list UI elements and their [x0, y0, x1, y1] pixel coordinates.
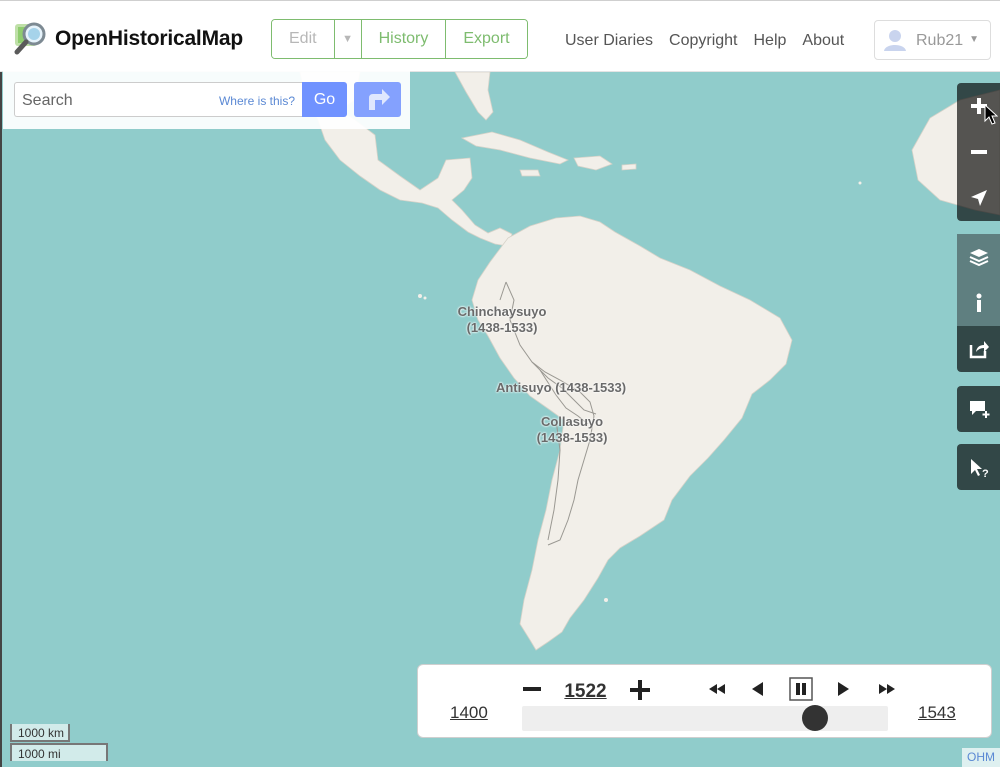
where-is-this-link[interactable]: Where is this?	[219, 94, 295, 108]
avatar-icon	[884, 30, 906, 51]
increase-year-button[interactable]	[629, 679, 651, 701]
layers-icon	[969, 249, 989, 267]
minus-icon	[971, 150, 987, 154]
scale-bar-mi: 1000 mi	[10, 743, 108, 761]
nav-about[interactable]: About	[802, 32, 844, 50]
nav-copyright[interactable]: Copyright	[669, 32, 737, 50]
chevron-down-icon: ▼	[342, 33, 354, 45]
current-year[interactable]: 1522	[553, 681, 618, 703]
map-canvas[interactable]	[0, 72, 1000, 767]
rewind-button[interactable]	[708, 677, 726, 701]
region-years: (1438-1533)	[466, 320, 538, 335]
search-panel: Search Where is this? Go	[3, 71, 410, 129]
user-name: Rub21	[916, 32, 964, 49]
info-icon	[976, 293, 982, 312]
region-years: (1438-1533)	[536, 430, 608, 445]
time-slider-panel: 1522 1400 1543	[417, 664, 992, 738]
chevron-down-icon: ▼	[969, 34, 979, 45]
range-start-year[interactable]: 1400	[450, 703, 488, 723]
logo-icon[interactable]	[14, 21, 48, 55]
add-note-button[interactable]	[957, 386, 1000, 432]
go-button[interactable]: Go	[302, 82, 347, 117]
edit-button[interactable]: Edit	[272, 20, 335, 58]
year-slider-track[interactable]	[522, 705, 888, 731]
secondary-nav: User Diaries Copyright Help About	[565, 32, 844, 50]
directions-icon	[369, 89, 390, 110]
attribution-link[interactable]: OHM	[962, 748, 1000, 767]
search-input[interactable]: Search Where is this?	[14, 82, 302, 117]
map-info-button[interactable]	[957, 280, 1000, 326]
edit-dropdown-button[interactable]: ▼	[334, 20, 362, 58]
nav-help[interactable]: Help	[754, 32, 787, 50]
query-features-button[interactable]: ?	[957, 444, 1000, 490]
decrease-year-button[interactable]	[522, 679, 542, 699]
location-arrow-icon	[971, 190, 987, 206]
region-name: Collasuyo	[540, 414, 604, 429]
mouse-cursor-icon	[984, 104, 998, 125]
year-slider-thumb[interactable]	[801, 705, 828, 731]
layers-button[interactable]	[957, 234, 1000, 280]
region-label-collasuyo: Collasuyo (1438-1533)	[526, 414, 618, 446]
top-navbar: OpenHistoricalMap Edit ▼ History Export …	[0, 0, 1000, 72]
directions-button[interactable]	[354, 82, 401, 117]
range-end-year[interactable]: 1543	[918, 703, 956, 723]
step-back-button[interactable]	[750, 677, 766, 701]
map-frame-edge	[0, 72, 2, 767]
share-button[interactable]	[957, 326, 1000, 372]
zoom-out-button[interactable]	[957, 129, 1000, 175]
nav-user-diaries[interactable]: User Diaries	[565, 32, 653, 50]
region-label-antisuyo: Antisuyo (1438-1533)	[495, 380, 627, 395]
pause-button[interactable]	[789, 677, 813, 701]
scale-bar-km: 1000 km	[10, 724, 70, 742]
cursor-question-icon: ?	[971, 459, 989, 479]
export-button[interactable]: Export	[446, 20, 527, 58]
comment-plus-icon	[970, 401, 990, 418]
query-controls: ?	[957, 444, 1000, 490]
user-menu-button[interactable]: Rub21 ▼	[874, 20, 991, 60]
map-land-layer	[299, 72, 1000, 651]
share-icon	[969, 341, 989, 359]
edit-history-export-group: Edit ▼ History Export	[271, 19, 528, 59]
history-button[interactable]: History	[361, 20, 447, 58]
note-controls	[957, 386, 1000, 432]
search-placeholder: Search	[22, 92, 73, 109]
fast-forward-button[interactable]	[878, 677, 896, 701]
locate-button[interactable]	[957, 175, 1000, 221]
region-name: Chinchaysuyo	[457, 304, 547, 319]
map-tools-controls	[957, 234, 1000, 372]
step-forward-button[interactable]	[835, 677, 851, 701]
region-label-chinchaysuyo: Chinchaysuyo (1438-1533)	[452, 304, 552, 336]
svg-text:?: ?	[982, 468, 989, 479]
brand-title[interactable]: OpenHistoricalMap	[55, 27, 243, 51]
